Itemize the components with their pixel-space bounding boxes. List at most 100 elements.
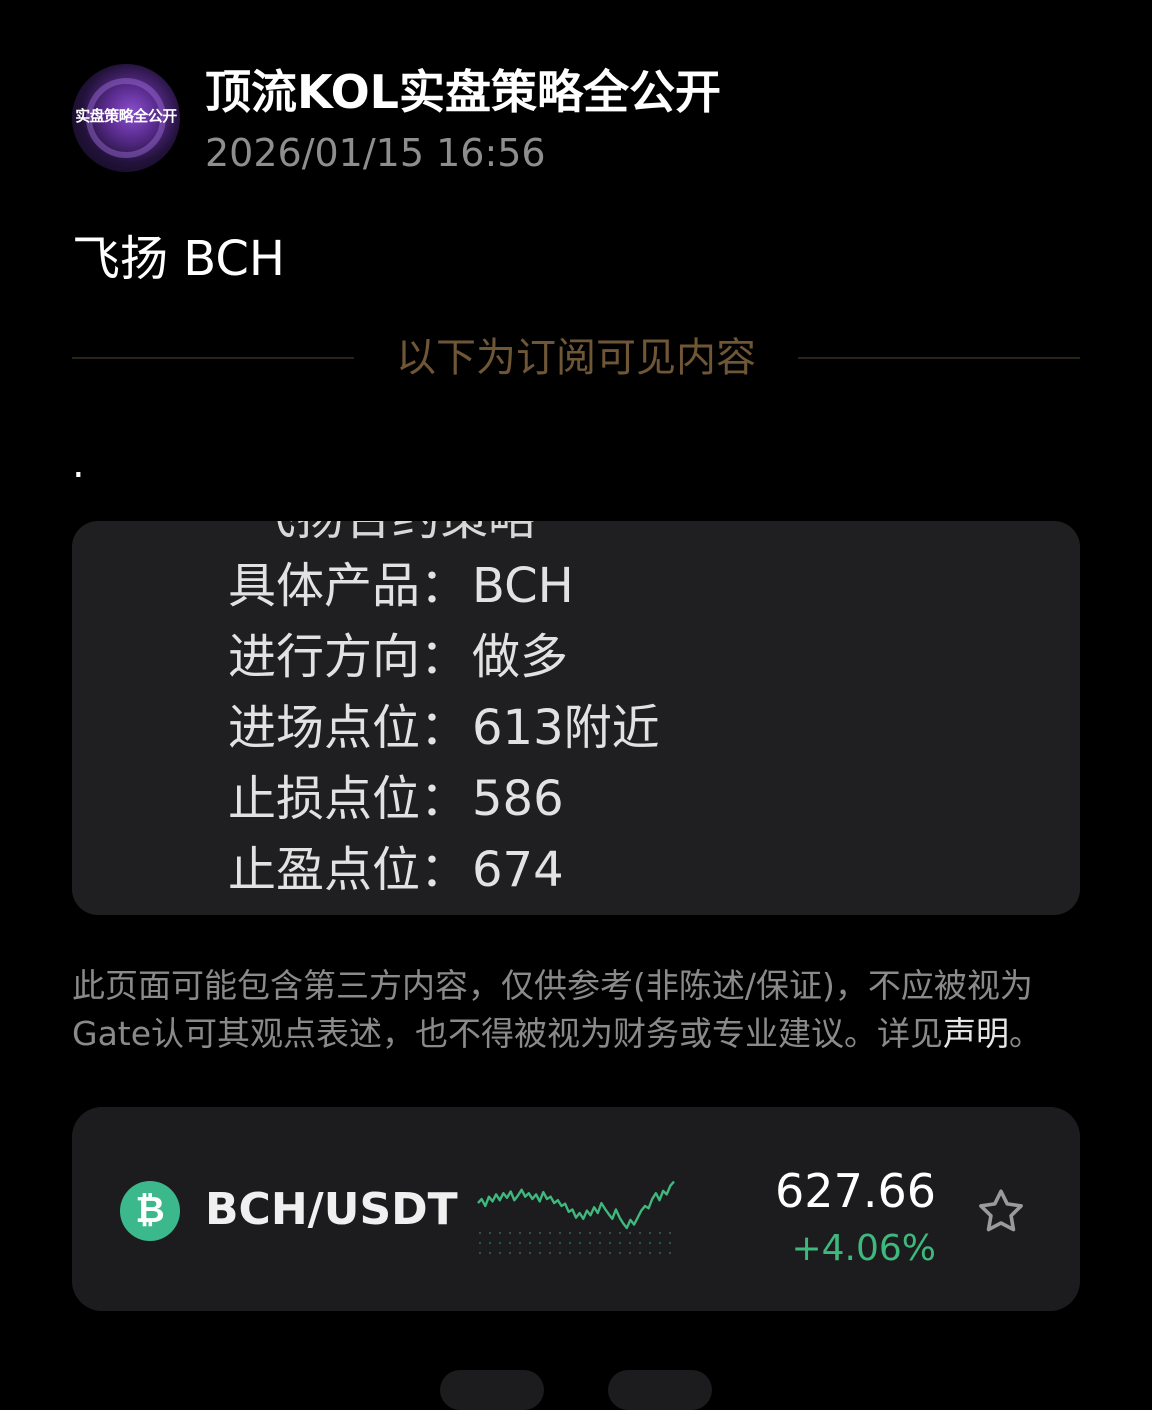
bottom-action-pill[interactable] [440, 1370, 544, 1410]
sparkline-grid-dot [638, 1241, 642, 1245]
strategy-row-product: 具体产品：BCH [228, 557, 660, 628]
sparkline-grid-dot [588, 1231, 592, 1235]
sparkline-line [477, 1180, 675, 1230]
sparkline-grid-dot [608, 1251, 612, 1255]
sparkline-grid-dot [528, 1231, 532, 1235]
sparkline-grid-dot [538, 1241, 542, 1245]
strategy-value: 做多 [472, 629, 569, 685]
post-timestamp: 2026/01/15 16:56 [205, 131, 546, 175]
price-change: +4.06% [791, 1228, 936, 1269]
sparkline-grid-dot [488, 1251, 492, 1255]
sparkline-grid-dot [558, 1231, 562, 1235]
strategy-row-entry: 进场点位：613附近 [228, 699, 660, 770]
sparkline-grid-dot [478, 1231, 482, 1235]
sparkline-grid-dot [538, 1251, 542, 1255]
sparkline-grid-dot [578, 1251, 582, 1255]
sparkline-grid-dot [638, 1251, 642, 1255]
bch-coin-icon: ₿ [120, 1181, 180, 1241]
sparkline-grid-dot [478, 1251, 482, 1255]
sparkline-grid-dot [528, 1241, 532, 1245]
sparkline-grid-dot [628, 1241, 632, 1245]
sparkline-grid-dot [598, 1251, 602, 1255]
strategy-heading-cropped: 飞扬合约策略 [248, 521, 536, 547]
disclaimer-end: 。 [1009, 1014, 1043, 1053]
sparkline-grid-dot [528, 1251, 532, 1255]
sparkline-grid-dot [548, 1231, 552, 1235]
sparkline-grid-dot [618, 1241, 622, 1245]
sparkline-grid-dot [548, 1241, 552, 1245]
sparkline-grid-dot [608, 1231, 612, 1235]
sparkline-grid-dot [498, 1251, 502, 1255]
sparkline-grid-dot [638, 1231, 642, 1235]
sparkline-grid-dot [558, 1251, 562, 1255]
sparkline-grid-dot [648, 1251, 652, 1255]
sparkline-grid-dot [508, 1251, 512, 1255]
strategy-row-take-profit: 止盈点位：674 [228, 841, 660, 912]
strategy-value: 586 [472, 771, 564, 827]
sparkline-grid-dot [578, 1231, 582, 1235]
sparkline-grid-dot [668, 1231, 672, 1235]
sparkline-grid-dot [488, 1241, 492, 1245]
sparkline-grid-dot [518, 1251, 522, 1255]
sparkline-grid-dot [628, 1251, 632, 1255]
sparkline-grid-dot [618, 1231, 622, 1235]
sparkline-grid-dot [658, 1251, 662, 1255]
sparkline-grid-dot [568, 1251, 572, 1255]
subscriber-divider: 以下为订阅可见内容 [72, 330, 1080, 386]
channel-avatar[interactable]: 实盘策略全公开 [72, 64, 180, 172]
strategy-value: 613附近 [472, 700, 660, 756]
post-header: 实盘策略全公开 顶流KOL实盘策略全公开 2026/01/15 16:56 [72, 64, 1072, 176]
avatar-text: 实盘策略全公开 [75, 107, 177, 125]
sparkline-grid-dot [548, 1251, 552, 1255]
disclaimer-body: 此页面可能包含第三方内容，仅供参考(非陈述/保证)，不应被视为Gate认可其观点… [72, 966, 1033, 1053]
sparkline-grid-dot [518, 1231, 522, 1235]
sparkline-grid-dot [588, 1241, 592, 1245]
strategy-label: 止盈点位： [228, 842, 469, 898]
sparkline-grid-dot [648, 1231, 652, 1235]
sparkline-grid-dot [508, 1241, 512, 1245]
strategy-label: 进行方向： [228, 629, 469, 685]
strategy-value: 674 [472, 842, 564, 898]
last-price: 627.66 [775, 1164, 936, 1218]
sparkline-grid-dot [568, 1241, 572, 1245]
divider-line-right [798, 357, 1080, 359]
channel-name[interactable]: 顶流KOL实盘策略全公开 [205, 64, 721, 120]
sparkline-grid-dot [668, 1251, 672, 1255]
strategy-label: 具体产品： [228, 558, 469, 614]
sparkline-grid-dot [498, 1231, 502, 1235]
price-sparkline [477, 1180, 675, 1255]
post-title: 飞扬 BCH [72, 231, 285, 287]
bottom-action-pill[interactable] [608, 1370, 712, 1410]
ticker-card[interactable]: ₿ BCH/USDT 627.66 +4.06% [72, 1107, 1080, 1311]
disclaimer-text: 此页面可能包含第三方内容，仅供参考(非陈述/保证)，不应被视为Gate认可其观点… [72, 962, 1082, 1058]
sparkline-grid-dot [558, 1241, 562, 1245]
star-icon[interactable] [974, 1185, 1028, 1239]
sparkline-grid-dot [488, 1231, 492, 1235]
sparkline-grid-dot [618, 1251, 622, 1255]
strategy-value: BCH [472, 558, 574, 614]
sparkline-grid-dot [578, 1241, 582, 1245]
sparkline-grid-dot [568, 1231, 572, 1235]
strategy-rows: 具体产品：BCH 进行方向：做多 进场点位：613附近 止损点位：586 止盈点… [228, 557, 660, 912]
sparkline-grid-dot [608, 1241, 612, 1245]
sparkline-grid-dot [598, 1241, 602, 1245]
post-body-dot: . [72, 441, 85, 487]
sparkline-grid-dot [658, 1231, 662, 1235]
strategy-row-direction: 进行方向：做多 [228, 628, 660, 699]
trading-pair: BCH/USDT [205, 1184, 458, 1235]
strategy-label: 止损点位： [228, 771, 469, 827]
sparkline-grid-dot [648, 1241, 652, 1245]
strategy-label: 进场点位： [228, 700, 469, 756]
sparkline-grid-dot [628, 1231, 632, 1235]
strategy-image-card[interactable]: 飞扬合约策略 具体产品：BCH 进行方向：做多 进场点位：613附近 止损点位：… [72, 521, 1080, 915]
sparkline-grid-dot [508, 1231, 512, 1235]
sparkline-grid-dot [478, 1241, 482, 1245]
sparkline-grid-dot [658, 1241, 662, 1245]
sparkline-grid-dot [598, 1231, 602, 1235]
strategy-row-stop-loss: 止损点位：586 [228, 770, 660, 841]
disclaimer-link[interactable]: 声明 [943, 1014, 1009, 1053]
sparkline-grid-dot [668, 1241, 672, 1245]
sparkline-grid-dot [538, 1231, 542, 1235]
sparkline-grid-dot [498, 1241, 502, 1245]
sparkline-grid-dot [518, 1241, 522, 1245]
